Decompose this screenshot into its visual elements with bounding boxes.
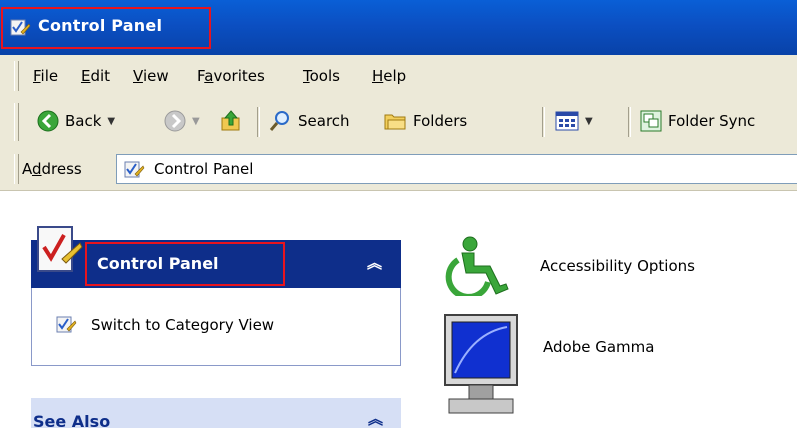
adobe-gamma-label: Adobe Gamma	[543, 338, 655, 356]
toolbar-separator	[257, 107, 260, 137]
address-value: Control Panel	[154, 160, 254, 178]
toolbar-separator	[628, 107, 631, 137]
forward-arrow-icon	[164, 110, 186, 132]
control-panel-large-icon	[37, 226, 83, 272]
accessibility-options-item[interactable]: Accessibility Options	[440, 236, 695, 296]
up-button[interactable]	[219, 108, 243, 134]
control-panel-icon	[56, 316, 77, 333]
folders-button[interactable]: Folders	[383, 108, 467, 134]
pane-title-highlight-box	[85, 242, 285, 286]
address-field[interactable]: Control Panel	[116, 154, 797, 184]
menu-tools[interactable]: Tools	[303, 67, 340, 85]
folder-sync-label: Folder Sync	[668, 112, 756, 130]
title-bar[interactable]: Control Panel	[0, 0, 797, 55]
see-also-pane-header[interactable]: See Also ︽	[31, 398, 401, 431]
collapse-chevron-icon[interactable]: ︽	[367, 252, 382, 273]
collapse-chevron-icon[interactable]: ︽	[368, 408, 383, 429]
search-icon	[269, 111, 289, 131]
back-button[interactable]: Back ▼	[37, 108, 115, 134]
views-button[interactable]: ▼	[555, 108, 593, 134]
adobe-gamma-icon	[444, 314, 518, 414]
menu-help[interactable]: Help	[372, 67, 406, 85]
menu-favorites[interactable]: Favorites	[197, 67, 265, 85]
menu-bar: File Edit View Favorites Tools Help	[0, 55, 797, 98]
menu-file[interactable]: File	[33, 67, 58, 85]
see-also-title: See Also	[33, 412, 111, 431]
accessibility-icon	[445, 236, 509, 296]
address-label: Address	[22, 160, 82, 178]
menu-edit[interactable]: Edit	[81, 67, 110, 85]
folders-label: Folders	[413, 112, 468, 130]
folder-up-icon	[221, 110, 240, 131]
control-panel-icon	[124, 161, 145, 178]
switch-category-view-link[interactable]: Switch to Category View	[55, 314, 274, 336]
toolbar-grip[interactable]	[14, 103, 19, 141]
views-icon	[555, 111, 579, 131]
back-label: Back	[65, 112, 102, 130]
forward-button[interactable]: ▼	[164, 108, 200, 134]
folder-sync-button[interactable]: Folder Sync	[640, 108, 755, 134]
toolbar-separator	[542, 107, 545, 137]
folder-sync-icon	[640, 110, 662, 132]
folders-icon	[384, 114, 406, 130]
forward-dropdown-icon[interactable]: ▼	[192, 116, 200, 127]
menu-view[interactable]: View	[133, 67, 169, 85]
back-dropdown-icon[interactable]: ▼	[107, 116, 115, 127]
switch-category-view-label: Switch to Category View	[91, 316, 275, 334]
accessibility-options-label: Accessibility Options	[540, 257, 695, 275]
adobe-gamma-item[interactable]: Adobe Gamma	[443, 313, 654, 423]
standard-toolbar: Back ▼ ▼ Search Folders ▼ Folder Sync	[0, 97, 797, 149]
back-arrow-icon	[37, 110, 59, 132]
views-dropdown-icon[interactable]: ▼	[585, 116, 593, 127]
menubar-grip[interactable]	[14, 61, 19, 91]
addressbar-grip[interactable]	[14, 154, 19, 184]
title-highlight-box	[1, 7, 211, 49]
search-label: Search	[298, 112, 350, 130]
search-button[interactable]: Search	[268, 108, 350, 134]
address-bar: Address Control Panel	[0, 148, 797, 191]
